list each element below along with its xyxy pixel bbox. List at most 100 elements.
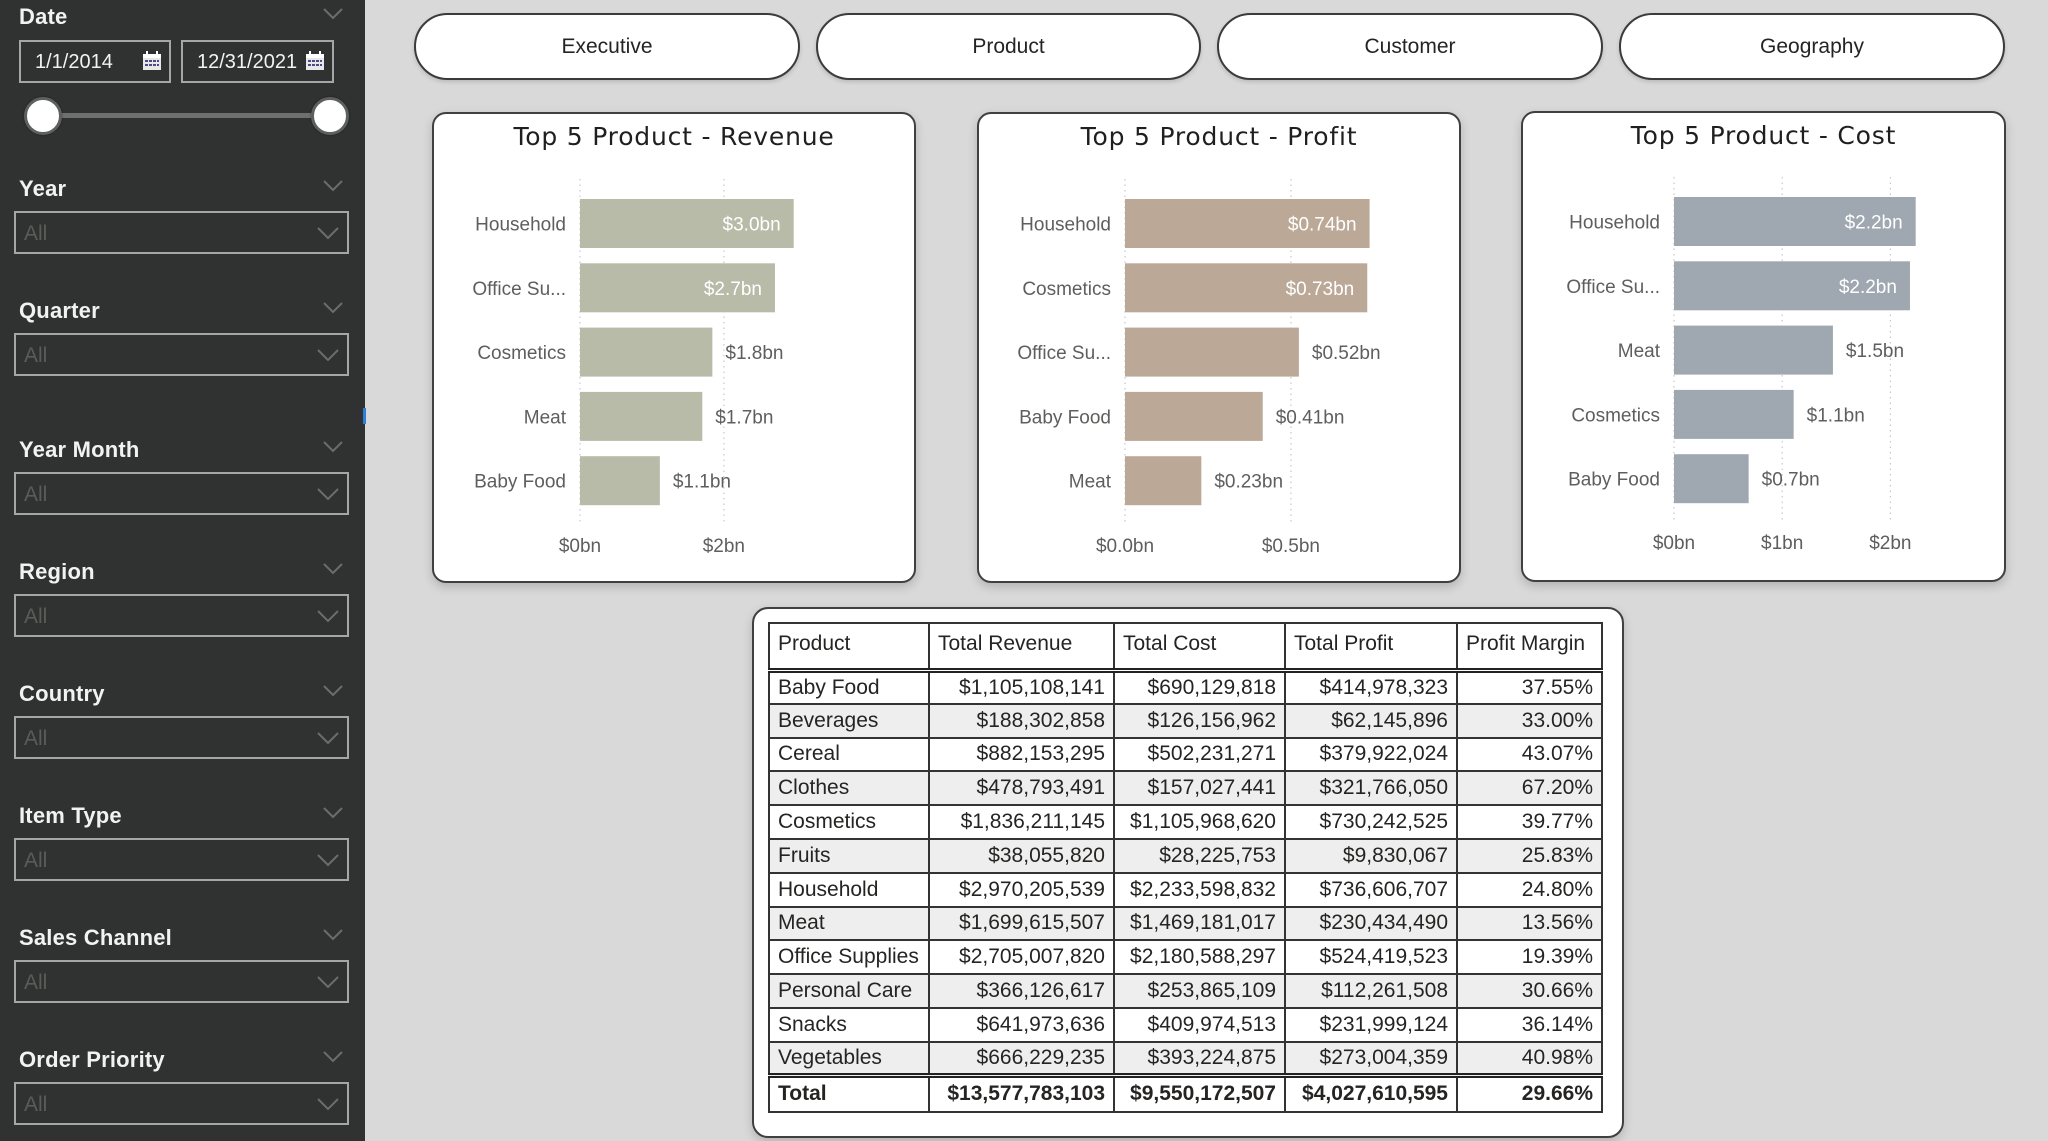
calendar-icon[interactable]: [305, 51, 325, 71]
chevron-down-icon[interactable]: [317, 976, 339, 989]
column-header-profit-margin[interactable]: Profit Margin: [1456, 622, 1603, 673]
chevron-down-icon[interactable]: [323, 8, 343, 20]
scrollbar[interactable]: [363, 408, 366, 424]
value-cell: 25.83%: [1456, 837, 1603, 874]
value-cell: $2,705,007,820: [928, 939, 1115, 976]
item-type-dropdown[interactable]: All: [14, 838, 349, 881]
product-cell: Vegetables: [768, 1040, 930, 1077]
table-row[interactable]: Office Supplies $2,705,007,820 $2,180,588,…: [768, 939, 1603, 976]
table-row[interactable]: Fruits $38,055,820 $28,225,753 $9,830,067 25…: [768, 837, 1603, 874]
bar[interactable]: [1674, 454, 1749, 504]
country-dropdown[interactable]: All: [14, 716, 349, 759]
date-range-end-handle[interactable]: [311, 97, 349, 135]
region-dropdown[interactable]: All: [14, 594, 349, 637]
slicer-country: Country All: [0, 681, 365, 781]
calendar-icon[interactable]: [142, 51, 162, 71]
product-cell: Meat: [768, 905, 930, 942]
data-label: $1.1bn: [1807, 405, 1865, 426]
value-cell: $393,224,875: [1113, 1040, 1286, 1077]
table-row[interactable]: Cosmetics $1,836,211,145 $1,105,968,620 $73…: [768, 804, 1603, 840]
year-month-dropdown[interactable]: All: [14, 472, 349, 515]
chevron-down-icon[interactable]: [317, 227, 339, 240]
date-range-start-handle[interactable]: [24, 97, 62, 135]
slicer-title: Order Priority: [19, 1047, 165, 1072]
product-cell: Cosmetics: [768, 804, 930, 840]
value-cell: $736,606,707: [1284, 871, 1458, 908]
bar-chart-profit: $0.0bn $0.5bn Household $0.74bn Cosmetics $0.…: [1017, 179, 1381, 557]
table-row[interactable]: Baby Food $1,105,108,141 $690,129,818 $414,…: [768, 669, 1603, 705]
bar[interactable]: [580, 391, 703, 441]
chevron-down-icon[interactable]: [323, 441, 343, 453]
bar[interactable]: [580, 456, 660, 506]
table-row[interactable]: Vegetables $666,229,235 $393,224,875 $273,0…: [768, 1040, 1603, 1077]
chevron-down-icon[interactable]: [317, 732, 339, 745]
x-tick-label: $0bn: [1653, 533, 1695, 554]
chevron-down-icon[interactable]: [323, 563, 343, 575]
table-row[interactable]: Beverages $188,302,858 $126,156,962 $62,145…: [768, 702, 1603, 739]
nav-button-geography[interactable]: Geography: [1619, 13, 2005, 80]
data-label: $0.7bn: [1762, 470, 1820, 491]
year-dropdown[interactable]: All: [14, 211, 349, 254]
table-row[interactable]: Meat $1,699,615,507 $1,469,181,017 $230,434…: [768, 905, 1603, 942]
value-cell: $409,974,513: [1113, 1006, 1286, 1043]
chevron-down-icon[interactable]: [323, 180, 343, 192]
value-cell: $2,970,205,539: [928, 871, 1115, 908]
chevron-down-icon[interactable]: [323, 929, 343, 941]
bar[interactable]: [1674, 389, 1794, 439]
chart-top5-cost[interactable]: Top 5 Product - Cost $0bn $1bn $2bn Househo…: [1521, 111, 2006, 582]
slicer-title: Sales Channel: [19, 925, 172, 950]
chart-top5-profit[interactable]: Top 5 Product - Profit $0.0bn $0.5bn House…: [977, 112, 1461, 583]
bar[interactable]: [1125, 391, 1263, 441]
value-cell: $666,229,235: [928, 1040, 1115, 1077]
value-cell: $188,302,858: [928, 702, 1115, 739]
category-label: Baby Food: [1019, 407, 1111, 428]
data-label: $2.2bn: [1839, 277, 1897, 298]
column-header-product[interactable]: Product: [768, 622, 930, 673]
chevron-down-icon[interactable]: [323, 807, 343, 819]
quarter-dropdown[interactable]: All: [14, 333, 349, 376]
nav-button-label: Product: [972, 34, 1045, 58]
chevron-down-icon[interactable]: [317, 1098, 339, 1111]
nav-button-label: Customer: [1364, 34, 1456, 58]
slicer-title: Item Type: [19, 803, 122, 828]
nav-button-executive[interactable]: Executive: [414, 13, 800, 80]
table-row[interactable]: Personal Care $366,126,617 $253,865,109 $11…: [768, 973, 1603, 1009]
nav-button-customer[interactable]: Customer: [1217, 13, 1603, 80]
chevron-down-icon[interactable]: [317, 854, 339, 867]
value-cell: $1,836,211,145: [928, 804, 1115, 840]
nav-button-product[interactable]: Product: [816, 13, 1201, 80]
date-start-input[interactable]: 1/1/2014: [19, 40, 171, 83]
column-header-total-revenue[interactable]: Total Revenue: [928, 622, 1115, 673]
bar[interactable]: [580, 327, 713, 377]
dropdown-value: All: [24, 727, 48, 750]
value-cell: $273,004,359: [1284, 1040, 1458, 1077]
product-cell: Snacks: [768, 1006, 930, 1043]
chevron-down-icon[interactable]: [323, 302, 343, 314]
chevron-down-icon[interactable]: [317, 349, 339, 362]
bar[interactable]: [1125, 456, 1202, 506]
table-row[interactable]: Clothes $478,793,491 $157,027,441 $321,766,…: [768, 770, 1603, 807]
column-header-total-profit[interactable]: Total Profit: [1284, 622, 1458, 673]
value-cell: $38,055,820: [928, 837, 1115, 874]
data-label: $1.1bn: [673, 472, 731, 493]
date-end-input[interactable]: 12/31/2021: [181, 40, 334, 83]
chart-top5-revenue[interactable]: Top 5 Product - Revenue $0bn $2bn Househol…: [432, 112, 916, 583]
category-label: Meat: [1069, 472, 1112, 493]
table-header-row: Product Total Revenue Total Cost Total P…: [768, 622, 1603, 673]
sales-channel-dropdown[interactable]: All: [14, 960, 349, 1003]
table-row[interactable]: Snacks $641,973,636 $409,974,513 $231,999,1…: [768, 1006, 1603, 1043]
table-row[interactable]: Cereal $882,153,295 $502,231,271 $379,922,0…: [768, 736, 1603, 773]
date-range-slider-track[interactable]: [42, 113, 330, 118]
value-cell: $524,419,523: [1284, 939, 1458, 976]
chevron-down-icon[interactable]: [323, 1051, 343, 1063]
column-header-total-cost[interactable]: Total Cost: [1113, 622, 1286, 673]
chevron-down-icon[interactable]: [317, 610, 339, 623]
slicer-title: Year Month: [19, 437, 140, 462]
order-priority-dropdown[interactable]: All: [14, 1082, 349, 1125]
chevron-down-icon[interactable]: [317, 488, 339, 501]
chevron-down-icon[interactable]: [323, 685, 343, 697]
bar[interactable]: [1125, 327, 1299, 377]
bar[interactable]: [1674, 325, 1833, 375]
filter-pane: Date 1/1/2014 12/31/2021 Year All Quarte…: [0, 0, 366, 1141]
table-row[interactable]: Household $2,970,205,539 $2,233,598,832 $73…: [768, 871, 1603, 908]
